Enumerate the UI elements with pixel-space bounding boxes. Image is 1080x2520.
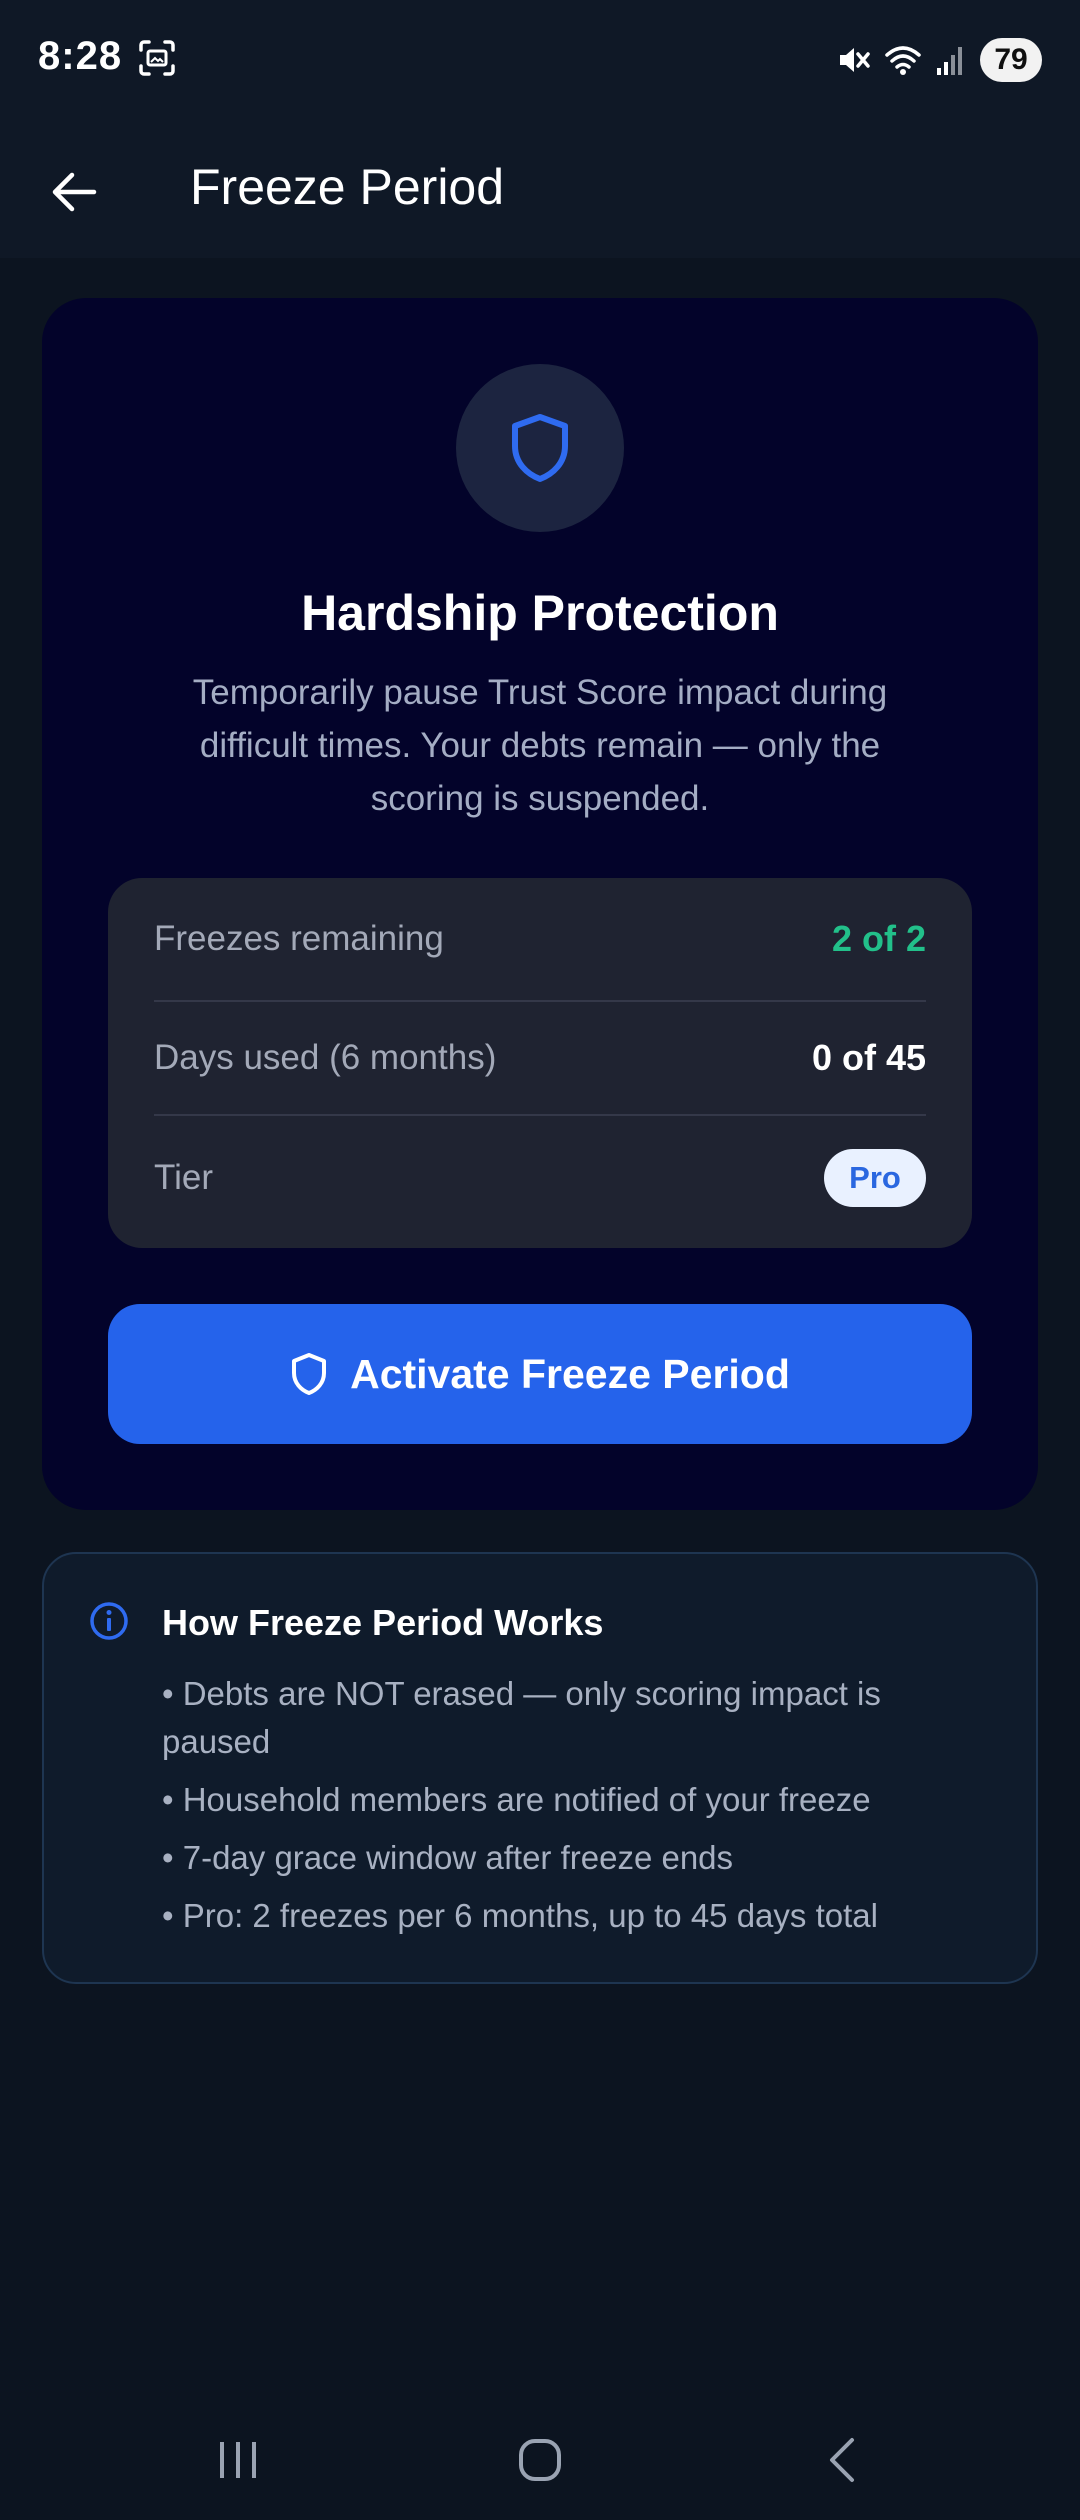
list-item: • 7-day grace window after freeze ends <box>162 1839 734 1876</box>
list-item: • Pro: 2 freezes per 6 months, up to 45 … <box>162 1897 878 1934</box>
chevron-left-icon <box>830 2438 854 2482</box>
tier-badge: Pro <box>824 1149 926 1207</box>
freeze-period-screen: 8:28 79 Freeze Period Hardship Protectio… <box>0 0 1080 2520</box>
card-title: Hardship Protection <box>301 585 779 641</box>
hardship-protection-card: Hardship Protection Temporarily pause Tr… <box>42 298 1038 1510</box>
freezes-remaining-value: 2 of 2 <box>831 918 926 959</box>
recents-icon <box>220 2442 256 2478</box>
activate-button-label: Activate Freeze Period <box>350 1350 790 1397</box>
list-item: • Debts are NOT erased — only scoring im… <box>162 1675 881 1760</box>
freeze-stats-box: Freezes remaining 2 of 2 Days used (6 mo… <box>108 878 972 1248</box>
back-button[interactable] <box>36 154 112 230</box>
status-bar: 8:28 79 <box>0 0 1080 120</box>
days-used-value: 0 of 45 <box>811 1037 926 1078</box>
stat-row-freezes: Freezes remaining 2 of 2 <box>154 878 926 1002</box>
signal-icon <box>936 44 966 76</box>
system-nav-bar <box>0 2400 1080 2520</box>
status-time: 8:28 <box>38 34 123 78</box>
stat-row-tier: Tier Pro <box>154 1116 926 1240</box>
info-list: • Debts are NOT erased — only scoring im… <box>162 1670 962 1950</box>
activate-freeze-button[interactable]: Activate Freeze Period <box>108 1304 972 1444</box>
how-it-works-card: How Freeze Period Works • Debts are NOT … <box>42 1552 1038 1984</box>
shield-icon <box>292 1353 327 1395</box>
screenshot-icon <box>138 40 176 76</box>
days-used-label: Days used (6 months) <box>154 1038 497 1077</box>
list-item: • Household members are notified of your… <box>162 1781 871 1818</box>
info-title: How Freeze Period Works <box>162 1602 604 1643</box>
home-icon <box>519 2439 561 2481</box>
card-description: Temporarily pause Trust Score impact dur… <box>192 673 888 818</box>
stat-row-days: Days used (6 months) 0 of 45 <box>154 1002 926 1116</box>
mute-icon <box>836 43 870 77</box>
arrow-left-icon <box>52 172 97 212</box>
status-icons: 79 <box>836 36 1042 84</box>
wifi-icon <box>884 43 922 77</box>
shield-icon <box>512 414 568 482</box>
app-bar: Freeze Period <box>0 120 1080 258</box>
page-title: Freeze Period <box>190 159 505 215</box>
recents-button[interactable] <box>178 2420 298 2500</box>
freezes-remaining-label: Freezes remaining <box>154 919 444 958</box>
battery-icon: 79 <box>980 38 1042 82</box>
tier-label: Tier <box>154 1158 213 1197</box>
shield-badge <box>456 364 624 532</box>
system-back-button[interactable] <box>782 2420 902 2500</box>
home-button[interactable] <box>480 2420 600 2500</box>
info-icon <box>90 1602 128 1640</box>
